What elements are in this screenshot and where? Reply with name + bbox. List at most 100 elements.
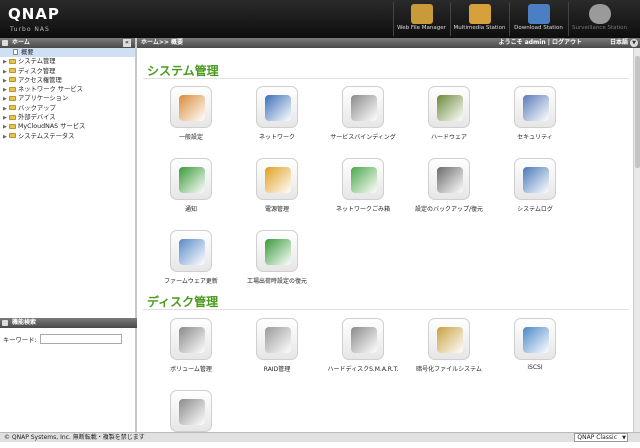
service-binding-icon — [351, 95, 377, 121]
keyword-label: キーワード: — [3, 336, 37, 344]
shortcut-label: 通知 — [184, 206, 197, 213]
tree-item-system-status[interactable]: ▶ システムステータス — [0, 132, 135, 141]
vertical-scrollbar[interactable] — [633, 48, 640, 432]
shortcut-label: 一般設定 — [178, 134, 203, 141]
icon-frame — [514, 158, 556, 200]
web-file-manager-icon — [410, 4, 433, 24]
surveillance-station-icon — [588, 4, 611, 24]
folder-icon — [9, 68, 16, 74]
iscsi-shortcut[interactable]: iSCSI — [494, 318, 576, 376]
encrypted-fs-shortcut[interactable]: 暗号化ファイルシステム — [408, 318, 490, 376]
volume-management-shortcut[interactable]: ボリューム管理 — [150, 318, 232, 376]
keyword-input[interactable] — [39, 334, 122, 344]
web-file-manager-button[interactable]: Web File Manager — [393, 2, 449, 36]
icon-frame — [170, 390, 212, 432]
nav-header: ホーム « — [0, 38, 135, 48]
notification-shortcut[interactable]: 通知 — [150, 158, 232, 216]
network-shortcut[interactable]: ネットワーク — [236, 86, 318, 144]
shortcut-label: ハードウェア — [430, 134, 467, 141]
breadcrumb: ホーム>> 概要 — [141, 39, 183, 46]
welcome-logout[interactable]: ようこそ admin | ログアウト — [499, 38, 582, 48]
firmware-update-shortcut[interactable]: ファームウェア更新 — [150, 230, 232, 288]
shortcut-label: 設定のバックアップ/復元 — [414, 206, 484, 213]
shortcut-label: 電源管理 — [264, 206, 289, 213]
general-settings-shortcut[interactable]: 一般設定 — [150, 86, 232, 144]
icon-frame — [256, 318, 298, 360]
breadcrumb-bar: ホーム>> 概要 ようこそ admin | ログアウト 日本語 ▼ — [137, 38, 640, 48]
folder-icon — [9, 95, 16, 101]
shortcut-label: ハードディスクS.M.A.R.T. — [327, 366, 399, 373]
security-shortcut[interactable]: セキュリティ — [494, 86, 576, 144]
shortcut-label: RAID管理 — [263, 366, 291, 373]
network-recycle-bin-icon — [351, 167, 377, 193]
section-title-system: システム管理 — [147, 64, 219, 78]
shortcut-label: 工場出荷時設定の復元 — [246, 278, 307, 285]
icon-frame — [428, 158, 470, 200]
download-station-icon — [527, 4, 550, 24]
status-bar: © QNAP Systems, Inc. 無断転載・複製を禁じます QNAP C… — [0, 432, 640, 442]
folder-icon — [9, 123, 16, 129]
tree-item-network-services[interactable]: ▶ ネットワーク サービス — [0, 85, 135, 94]
shortcut-label: ファームウェア更新 — [164, 278, 218, 285]
tree-item-external-devices[interactable]: ▶ 外部デバイス — [0, 113, 135, 122]
shortcut-label: サービスバインディング — [330, 134, 396, 141]
icon-frame — [342, 158, 384, 200]
iscsi-icon — [523, 327, 549, 353]
tree-item-backup[interactable]: ▶ バックアップ — [0, 104, 135, 113]
network-icon — [265, 95, 291, 121]
logo-subtitle: Turbo NAS — [10, 26, 50, 33]
home-icon — [2, 40, 8, 46]
raid-management-shortcut[interactable]: RAID管理 — [236, 318, 318, 376]
folder-icon — [9, 133, 16, 139]
page-icon — [13, 49, 18, 55]
tree-item-mycloudnas[interactable]: ▶ MyCloudNAS サービス — [0, 122, 135, 131]
section-divider — [143, 78, 629, 79]
folder-icon — [9, 114, 16, 120]
icon-frame — [256, 230, 298, 272]
tree-item-overview[interactable]: 概要 — [0, 48, 135, 58]
shortcut-label: ネットワーク — [258, 134, 295, 141]
security-icon — [523, 95, 549, 121]
icon-frame — [342, 318, 384, 360]
language-selector[interactable]: 日本語 — [610, 38, 628, 48]
icon-frame — [428, 318, 470, 360]
qnap-logo: QNAP — [8, 5, 60, 23]
theme-selector[interactable]: QNAP Classic ▼ — [574, 433, 628, 442]
copyright-text: © QNAP Systems, Inc. 無断転載・複製を禁じます — [4, 434, 145, 441]
tree-item-system-admin[interactable]: ▶ システム管理 — [0, 57, 135, 66]
multimedia-station-icon — [468, 4, 491, 24]
tree-item-applications[interactable]: ▶ アプリケーション — [0, 94, 135, 103]
service-binding-shortcut[interactable]: サービスバインディング — [322, 86, 404, 144]
hardware-shortcut[interactable]: ハードウェア — [408, 86, 490, 144]
folder-icon — [9, 105, 16, 111]
chevron-down-icon[interactable]: ▼ — [630, 39, 638, 47]
icon-frame — [514, 86, 556, 128]
surveillance-station-button[interactable]: Surveillance Station — [568, 2, 630, 36]
hdd-smart-shortcut[interactable]: ハードディスクS.M.A.R.T. — [322, 318, 404, 376]
power-management-shortcut[interactable]: 電源管理 — [236, 158, 318, 216]
system-log-icon — [523, 167, 549, 193]
shortcut-label: ネットワークごみ箱 — [335, 206, 390, 213]
search-header: 機能検索 — [0, 318, 137, 328]
multimedia-station-button[interactable]: Multimedia Station — [450, 2, 508, 36]
icon-frame — [170, 158, 212, 200]
tree-item-disk-management[interactable]: ▶ ディスク管理 — [0, 67, 135, 76]
icon-frame — [256, 86, 298, 128]
factory-reset-shortcut[interactable]: 工場出荷時設定の復元 — [236, 230, 318, 288]
backup-restore-settings-shortcut[interactable]: 設定のバックアップ/復元 — [408, 158, 490, 216]
virtual-disk-icon — [179, 399, 205, 425]
tree-item-access-rights[interactable]: ▶ アクセス権管理 — [0, 76, 135, 85]
system-log-shortcut[interactable]: システムログ — [494, 158, 576, 216]
icon-frame — [428, 86, 470, 128]
icon-frame — [170, 86, 212, 128]
network-recycle-bin-shortcut[interactable]: ネットワークごみ箱 — [322, 158, 404, 216]
icon-frame — [170, 318, 212, 360]
scrollbar-thumb[interactable] — [635, 56, 640, 168]
backup-restore-settings-icon — [437, 167, 463, 193]
icon-frame — [514, 318, 556, 360]
download-station-button[interactable]: Download Station — [509, 2, 567, 36]
collapse-panel-button[interactable]: « — [123, 39, 131, 47]
shortcut-label: iSCSI — [527, 364, 543, 371]
top-bar: QNAP Turbo NAS Web File Manager Multimed… — [0, 0, 640, 38]
main-content: ホーム>> 概要 ようこそ admin | ログアウト 日本語 ▼ システム管理… — [137, 38, 640, 432]
